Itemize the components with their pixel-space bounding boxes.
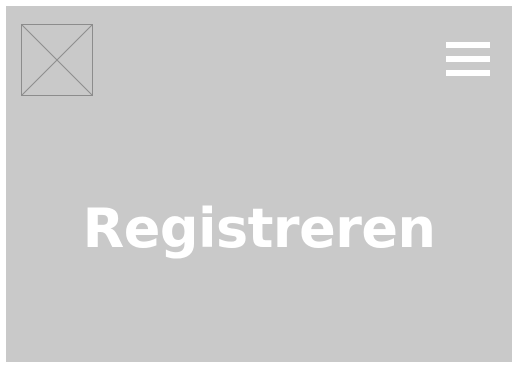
page-frame: Registreren [6, 6, 512, 362]
image-placeholder-icon [21, 24, 93, 96]
page-title: Registreren [82, 197, 436, 260]
hamburger-menu-icon[interactable] [446, 42, 490, 78]
